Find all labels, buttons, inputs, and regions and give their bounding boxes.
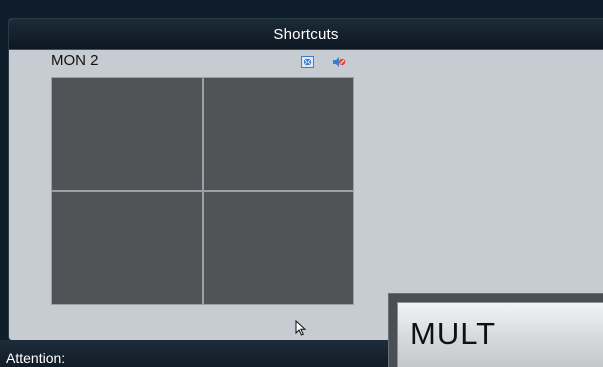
- shortcuts-dialog: Shortcuts MON 2: [9, 19, 603, 340]
- mouse-pointer-icon: [295, 319, 307, 336]
- monitor-label: MON 2: [51, 52, 99, 69]
- mult-button[interactable]: MULT: [388, 293, 603, 367]
- fullscreen-icon[interactable]: [301, 55, 314, 68]
- video-cell-1[interactable]: [52, 78, 202, 190]
- video-cell-2[interactable]: [203, 78, 353, 190]
- video-grid: [51, 77, 354, 305]
- mult-button-face[interactable]: MULT: [397, 302, 603, 367]
- speaker-muted-icon[interactable]: [332, 55, 346, 67]
- video-cell-3[interactable]: [52, 192, 202, 304]
- video-cell-4[interactable]: [203, 192, 353, 304]
- dialog-header: Shortcuts: [9, 19, 603, 50]
- dialog-title: Shortcuts: [273, 26, 339, 43]
- screen: Shortcuts MON 2 Attention: MULT: [0, 0, 603, 367]
- mult-button-label: MULT: [410, 316, 497, 351]
- attention-label: Attention:: [6, 350, 66, 366]
